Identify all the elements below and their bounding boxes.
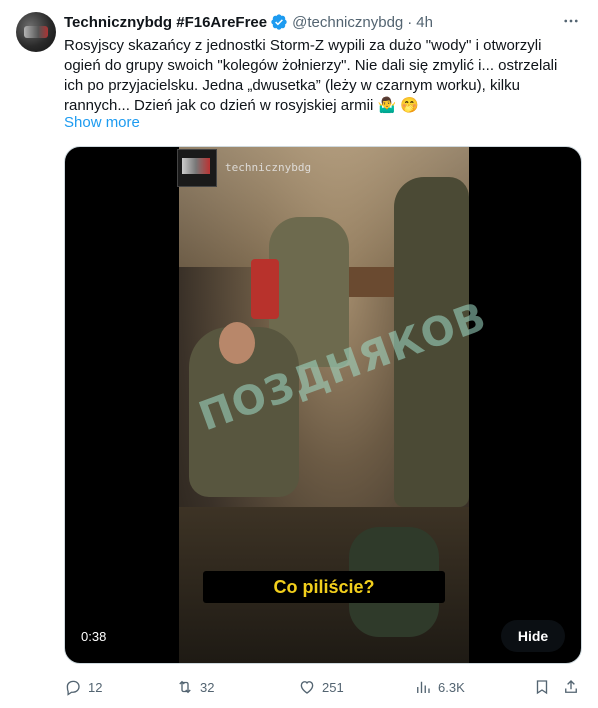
tweet-actions: 12 32 251 6.3K [64,676,582,698]
more-icon[interactable] [560,10,582,32]
show-more-link[interactable]: Show more [64,114,140,131]
like-icon [298,678,316,696]
video-watermark-handle: technicznybdg [225,161,312,174]
share-button[interactable] [562,676,580,698]
video-subtitle: Co piliście? [203,571,445,603]
author-handle[interactable]: @technicznybdg [292,14,403,31]
video-watermark-logo [177,149,217,187]
shrug-emoji: 🤷‍♂️ [377,97,397,114]
views-icon [414,678,432,696]
hand-over-mouth-emoji: 🤭 [400,97,419,114]
video-player[interactable]: technicznybdg ПОЗДНЯКОВ Co piliście? 0:3… [64,146,582,664]
tweet-text: Rosyjscy skazańcy z jednostki Storm-Z wy… [64,36,582,116]
tweet-header: Technicznybdg #F16AreFree @technicznybdg… [64,12,582,32]
like-count: 251 [322,679,344,695]
tweet-text-line: rannych... Dzień jak co dzień w rosyjski… [64,96,582,116]
video-scene-head [219,322,255,364]
views-count: 6.3K [438,679,465,695]
tweet-timestamp[interactable]: 4h [416,14,433,31]
separator-dot: · [407,13,413,31]
repost-icon [176,678,194,696]
video-subtitle-text: Co piliście? [273,576,375,597]
video-scene-chair [251,259,279,319]
views-button[interactable]: 6.3K [414,676,465,698]
tweet-text-line: ich po przyjacielsku. Jedna „dwusetka” (… [64,77,520,94]
author-name[interactable]: Technicznybdg #F16AreFree [64,14,267,31]
tweet-card[interactable]: Technicznybdg #F16AreFree @technicznybdg… [0,0,598,708]
reply-icon [64,678,82,696]
like-button[interactable]: 251 [298,676,344,698]
hide-button[interactable]: Hide [501,620,565,652]
bookmark-button[interactable] [533,676,551,698]
reply-count: 12 [88,679,103,695]
bookmark-icon [533,678,551,696]
share-icon [562,678,580,696]
tweet-text-segment: rannych... Dzień jak co dzień w rosyjski… [64,97,374,114]
tweet-text-line: Rosyjscy skazańcy z jednostki Storm-Z wy… [64,37,542,54]
video-duration: 0:38 [75,627,113,646]
repost-button[interactable]: 32 [176,676,214,698]
tweet-text-line: ogień do grupy swoich "kolegów żołnierzy… [64,57,558,74]
author-avatar[interactable] [16,12,56,52]
reply-button[interactable]: 12 [64,676,102,698]
avatar-image [24,26,48,38]
verified-badge-icon [270,13,288,31]
repost-count: 32 [200,679,215,695]
